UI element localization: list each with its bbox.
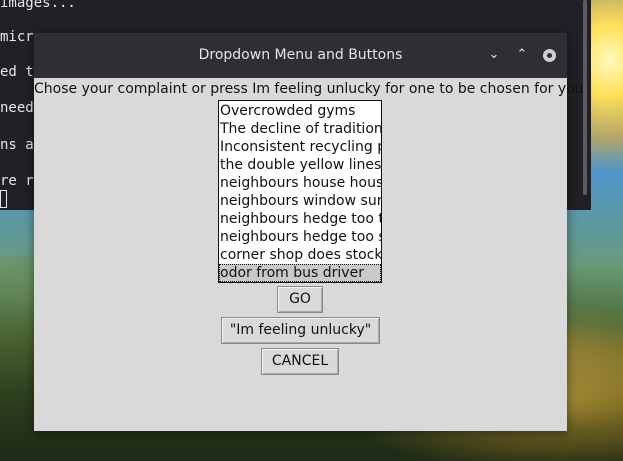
list-item[interactable]: Inconsistent recycling pr bbox=[219, 138, 381, 156]
terminal-cursor bbox=[0, 190, 7, 208]
close-icon[interactable] bbox=[543, 49, 556, 62]
instruction-label: Chose your complaint or press Im feeling… bbox=[34, 81, 584, 97]
list-item[interactable]: neighbours hedge too tal bbox=[219, 210, 381, 228]
cancel-button[interactable]: CANCEL bbox=[261, 348, 339, 375]
list-item[interactable]: neighbours window sunli bbox=[219, 192, 381, 210]
list-item[interactable]: corner shop does stock r bbox=[219, 246, 381, 264]
list-item[interactable]: Overcrowded gyms bbox=[219, 102, 381, 120]
list-item[interactable]: neighbours house house bbox=[219, 174, 381, 192]
list-item[interactable]: neighbours hedge too sh bbox=[219, 228, 381, 246]
terminal-line: ns a bbox=[0, 137, 34, 153]
list-item-selected[interactable]: odor from bus driver bbox=[219, 264, 381, 282]
terminal-line: re r bbox=[0, 173, 34, 189]
dialog-window: Dropdown Menu and Buttons ⌄ ⌃ Chose your… bbox=[34, 33, 584, 431]
go-button[interactable]: GO bbox=[277, 286, 323, 313]
maximize-icon[interactable]: ⌃ bbox=[513, 46, 531, 64]
terminal-line: need bbox=[0, 100, 34, 116]
list-item[interactable]: the double yellow lines a bbox=[219, 156, 381, 174]
complaint-listbox[interactable]: Overcrowded gyms The decline of traditio… bbox=[218, 100, 382, 283]
feeling-unlucky-button[interactable]: "Im feeling unlucky" bbox=[221, 317, 380, 344]
window-titlebar[interactable]: Dropdown Menu and Buttons ⌄ ⌃ bbox=[34, 33, 567, 78]
list-item[interactable]: The decline of traditiona bbox=[219, 120, 381, 138]
minimize-icon[interactable]: ⌄ bbox=[485, 46, 503, 64]
terminal-line: images... bbox=[0, 0, 76, 11]
terminal-scrollbar[interactable] bbox=[583, 0, 587, 195]
